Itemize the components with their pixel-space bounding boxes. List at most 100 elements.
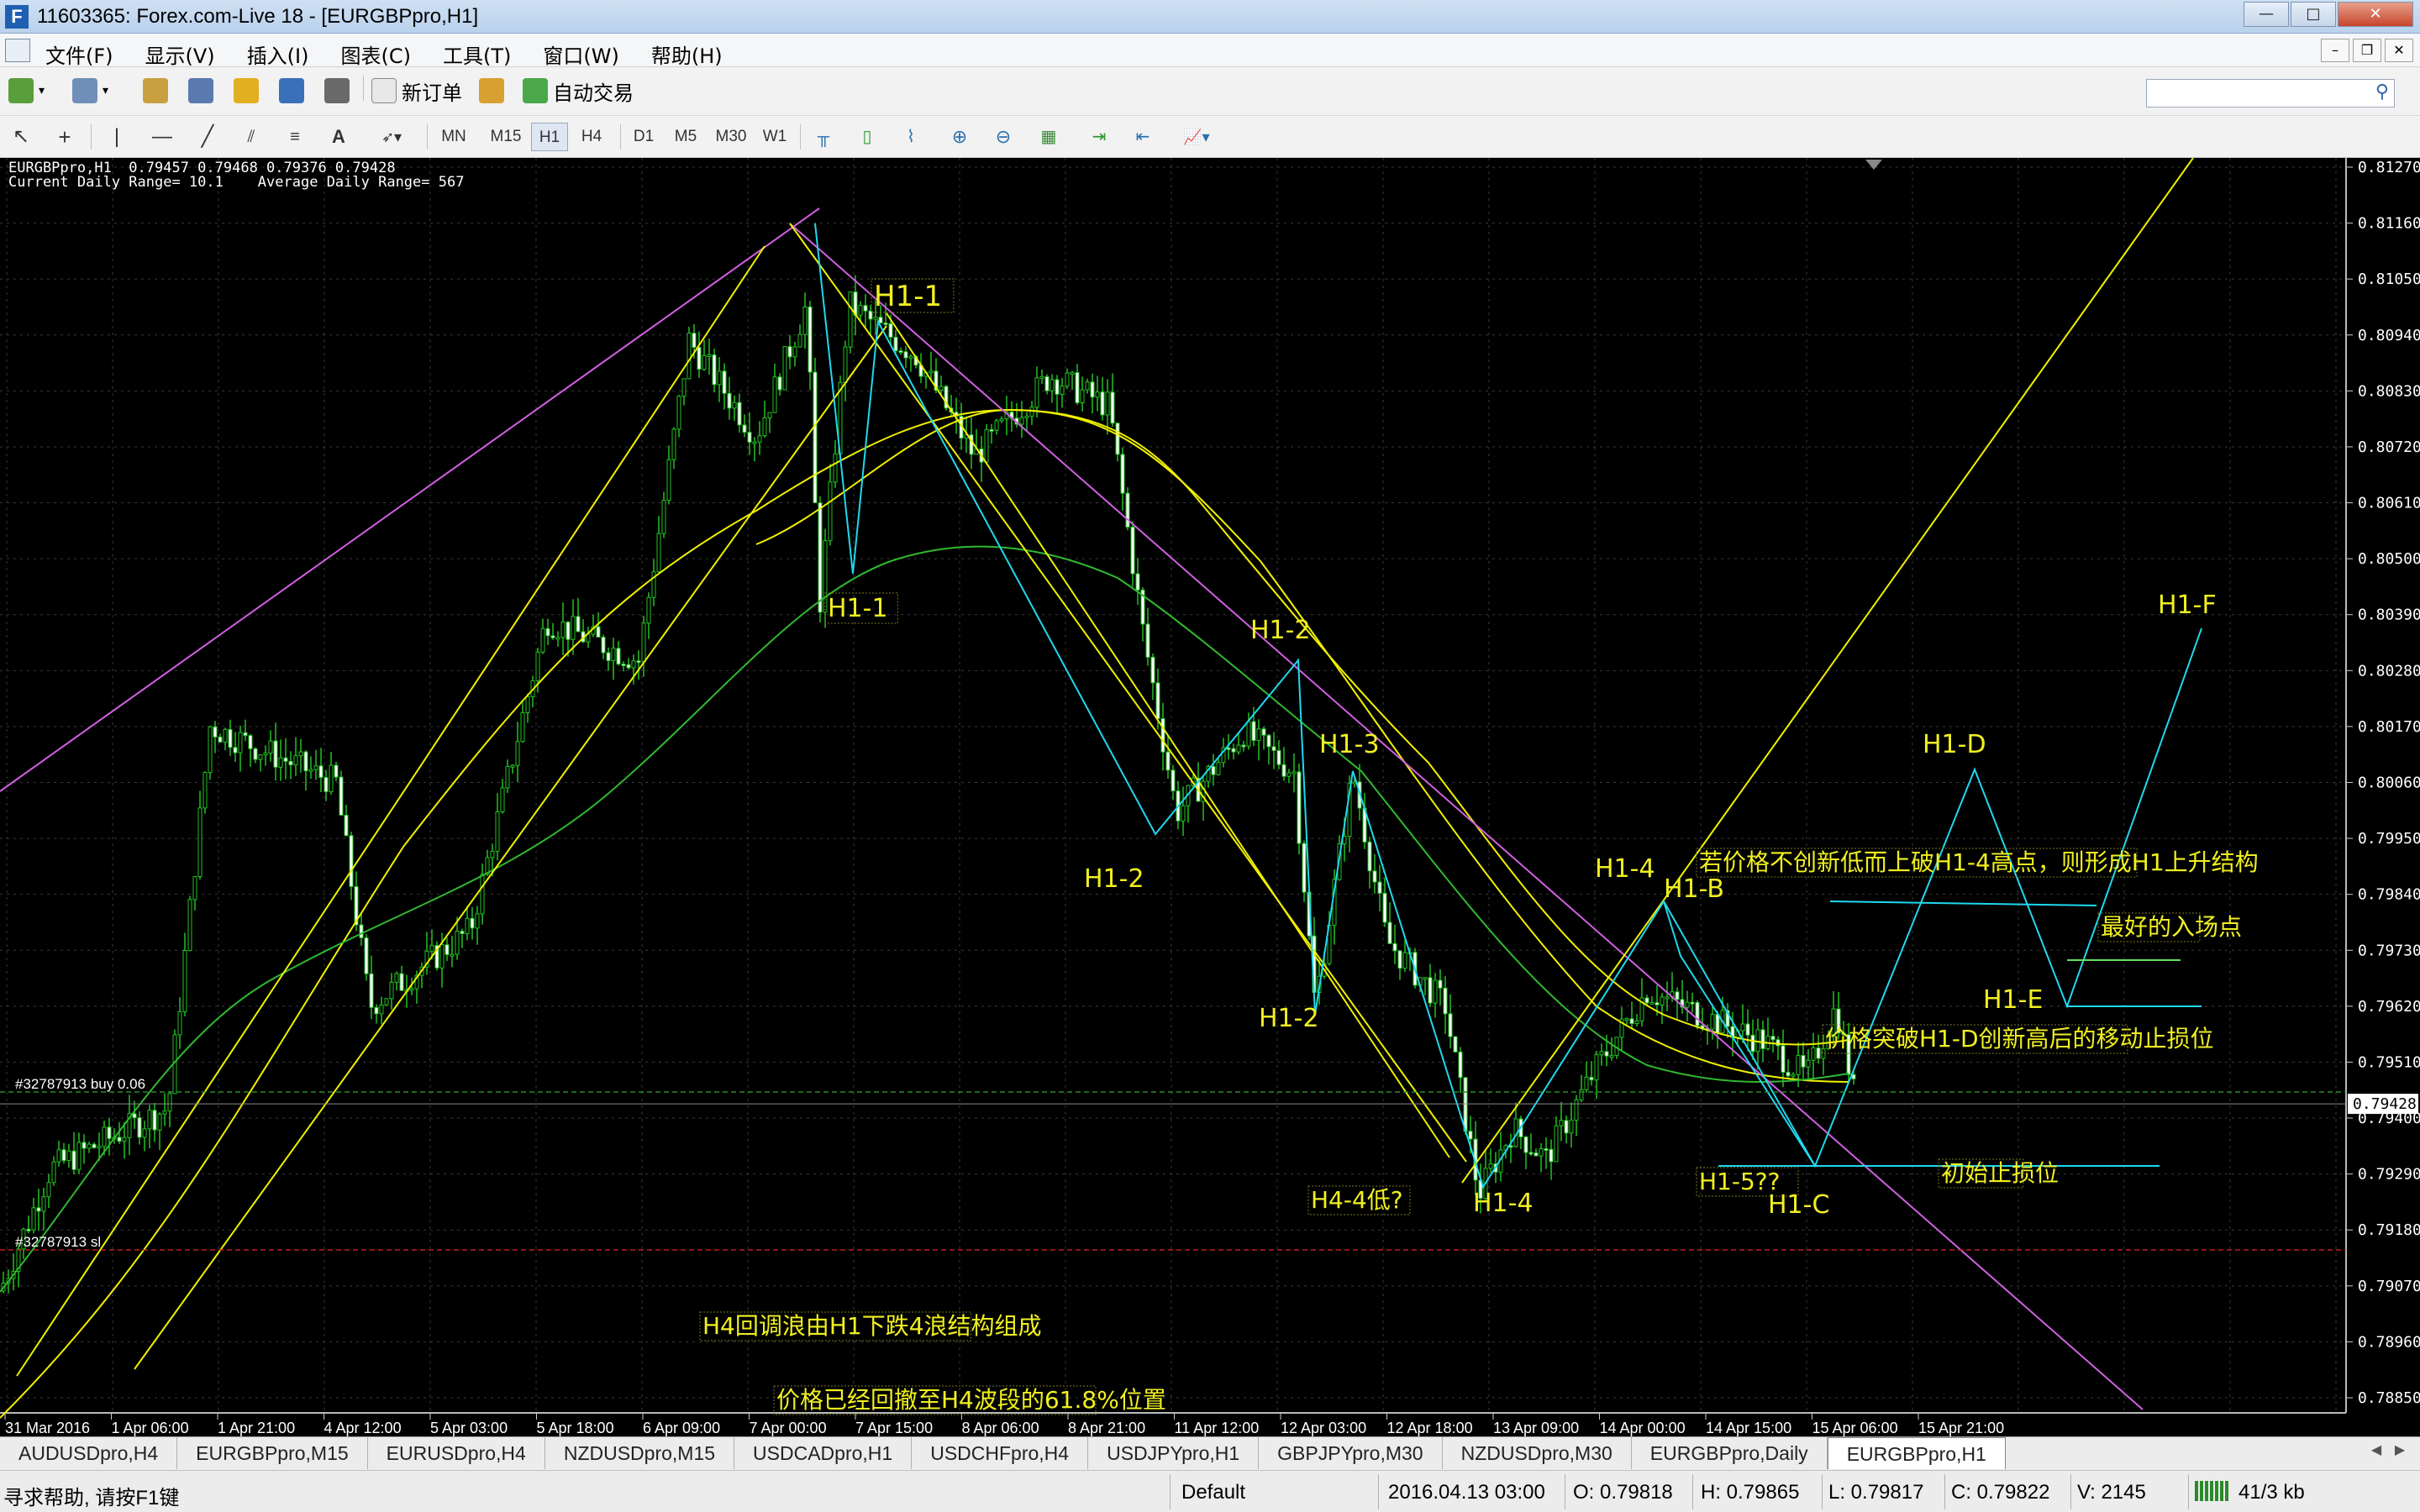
candle-body (1801, 1055, 1806, 1068)
candle-body (1644, 997, 1649, 1004)
candle-body (439, 944, 445, 969)
candle-body (1181, 805, 1186, 822)
close-button[interactable]: ✕ (2338, 2, 2413, 27)
tab-scroll-right-icon[interactable]: ▶ (2388, 1441, 2412, 1463)
chart-tab[interactable]: EURGBPpro,H1 (1827, 1437, 2006, 1469)
terminal-button[interactable] (279, 74, 309, 108)
chart-tab[interactable]: GBPJPYpro,M30 (1259, 1437, 1443, 1469)
document-icon[interactable] (5, 39, 30, 62)
candle-body (1246, 721, 1251, 747)
minimize-button[interactable]: — (2244, 2, 2289, 27)
bar-chart-icon[interactable]: ╥ (808, 123, 839, 151)
candle-body (939, 386, 944, 391)
chart-tab[interactable]: USDJPYpro,H1 (1088, 1437, 1260, 1469)
tf-m15[interactable]: M15 (484, 123, 528, 151)
fibonacci-tool-icon[interactable]: ≡ (281, 123, 309, 151)
line-chart-icon[interactable]: ⌇ (896, 123, 926, 151)
tf-mn[interactable]: MN (434, 123, 474, 151)
chart-tab[interactable]: USDCHFpro,H4 (912, 1437, 1089, 1469)
zoom-in-icon[interactable]: ⊕ (944, 123, 975, 151)
market-watch-button[interactable] (143, 74, 173, 108)
chart-tab[interactable]: EURGBPpro,M15 (177, 1437, 368, 1469)
candle-body (1276, 749, 1281, 765)
chart-tab[interactable]: EURUSDpro,H4 (368, 1437, 545, 1469)
price-axis-label: 0.80720 (2358, 438, 2420, 456)
candle-body (873, 317, 878, 320)
menu-window[interactable]: 窗口(W) (543, 39, 618, 69)
time-axis-label: 11 Apr 12:00 (1175, 1420, 1260, 1436)
chart-shift-icon[interactable]: ⇤ (1128, 123, 1158, 151)
tab-scroll-left-icon[interactable]: ◀ (2365, 1441, 2388, 1463)
tf-w1[interactable]: W1 (756, 123, 793, 151)
cursor-tool-icon[interactable]: ↖ (7, 123, 35, 151)
menu-view[interactable]: 显示(V) (145, 39, 215, 69)
candlestick-icon[interactable]: ▯ (852, 123, 882, 151)
candle-body (1458, 1051, 1463, 1079)
chart-tab[interactable]: EURGBPpro,Daily (1632, 1437, 1828, 1469)
strategy-tester-button[interactable] (324, 74, 355, 108)
candle-body (399, 973, 404, 991)
candle-body (1629, 1018, 1634, 1025)
auto-scroll-icon[interactable]: ⇥ (1084, 123, 1114, 151)
auto-trading-button[interactable]: 自动交易 (523, 74, 634, 108)
tile-windows-icon[interactable]: ▦ (1034, 123, 1064, 151)
tf-h4[interactable]: H4 (573, 123, 610, 151)
profiles-button[interactable]: ▾ (72, 74, 108, 108)
menu-insert[interactable]: 插入(I) (247, 39, 309, 69)
zoom-out-icon[interactable]: ⊖ (988, 123, 1018, 151)
tf-d1[interactable]: D1 (625, 123, 662, 151)
candle-body (1453, 1036, 1458, 1053)
candle-body (566, 621, 571, 640)
new-chart-button[interactable]: ▾ (8, 74, 45, 108)
horizontal-line-tool-icon[interactable]: — (148, 123, 176, 151)
candle-body (989, 428, 994, 432)
chart-tab[interactable]: NZDUSDpro,M15 (545, 1437, 735, 1469)
search-input[interactable]: ⚲ (2146, 79, 2395, 108)
new-order-button[interactable]: 新订单 (371, 74, 462, 108)
candle-body (525, 696, 530, 714)
tf-m5[interactable]: M5 (667, 123, 704, 151)
menu-tools[interactable]: 工具(T) (443, 39, 511, 69)
time-axis-label: 15 Apr 21:00 (1918, 1420, 2004, 1436)
price-chart[interactable]: 0.81270 0.81160 0.81050 0.80940 0.80830 0.807… (0, 158, 2420, 1436)
chart-tab[interactable]: NZDUSDpro,M30 (1443, 1437, 1632, 1469)
candle-body (208, 726, 213, 774)
candle-body (223, 728, 228, 743)
candle-body (1095, 391, 1100, 398)
indicators-icon[interactable]: 📈▾ (1171, 123, 1222, 151)
candle-body (722, 370, 727, 394)
candle-body (97, 1146, 102, 1149)
channel-tool-icon[interactable]: ⫽ (237, 123, 266, 151)
meta-editor-button[interactable] (479, 74, 509, 108)
tf-h1[interactable]: H1 (531, 123, 568, 151)
menu-charts[interactable]: 图表(C) (341, 39, 411, 69)
candle-body (263, 752, 268, 756)
trendline-tool-icon[interactable]: ╱ (193, 123, 222, 151)
annotation-note-structure: 若价格不创新低而上破H1-4高点，则形成H1上升结构 (1699, 848, 2259, 876)
candle-body (162, 1110, 167, 1115)
chart-tab[interactable]: USDCADpro,H1 (734, 1437, 913, 1469)
maximize-button[interactable]: □ (2291, 2, 2336, 27)
crosshair-tool-icon[interactable]: + (50, 123, 79, 151)
moving-average-yellow (0, 408, 1849, 1419)
mdi-minimize-button[interactable]: – (2321, 39, 2349, 62)
mdi-close-button[interactable]: ✕ (2385, 39, 2413, 62)
candle-body (1110, 391, 1115, 424)
status-help: 寻求帮助, 请按F1键 (3, 1487, 180, 1509)
candle-body (550, 635, 555, 638)
candle-body (742, 424, 747, 433)
arrows-tool-icon[interactable]: ➶▾ (366, 123, 417, 151)
new-order-label: 新订单 (402, 81, 462, 105)
candle-body (374, 1006, 379, 1015)
text-tool-icon[interactable]: A (324, 123, 353, 151)
tf-m30[interactable]: M30 (709, 123, 753, 151)
data-window-button[interactable] (188, 74, 218, 108)
menu-help[interactable]: 帮助(H) (651, 39, 723, 69)
navigator-button[interactable] (234, 74, 264, 108)
menu-file[interactable]: 文件(F) (45, 39, 113, 69)
vertical-line-tool-icon[interactable]: | (103, 123, 131, 151)
chart-tab[interactable]: AUDUSDpro,H4 (0, 1437, 178, 1469)
mdi-restore-button[interactable]: ❐ (2353, 39, 2381, 62)
status-close: C: 0.79822 (1951, 1481, 2050, 1504)
candle-body (772, 376, 777, 413)
